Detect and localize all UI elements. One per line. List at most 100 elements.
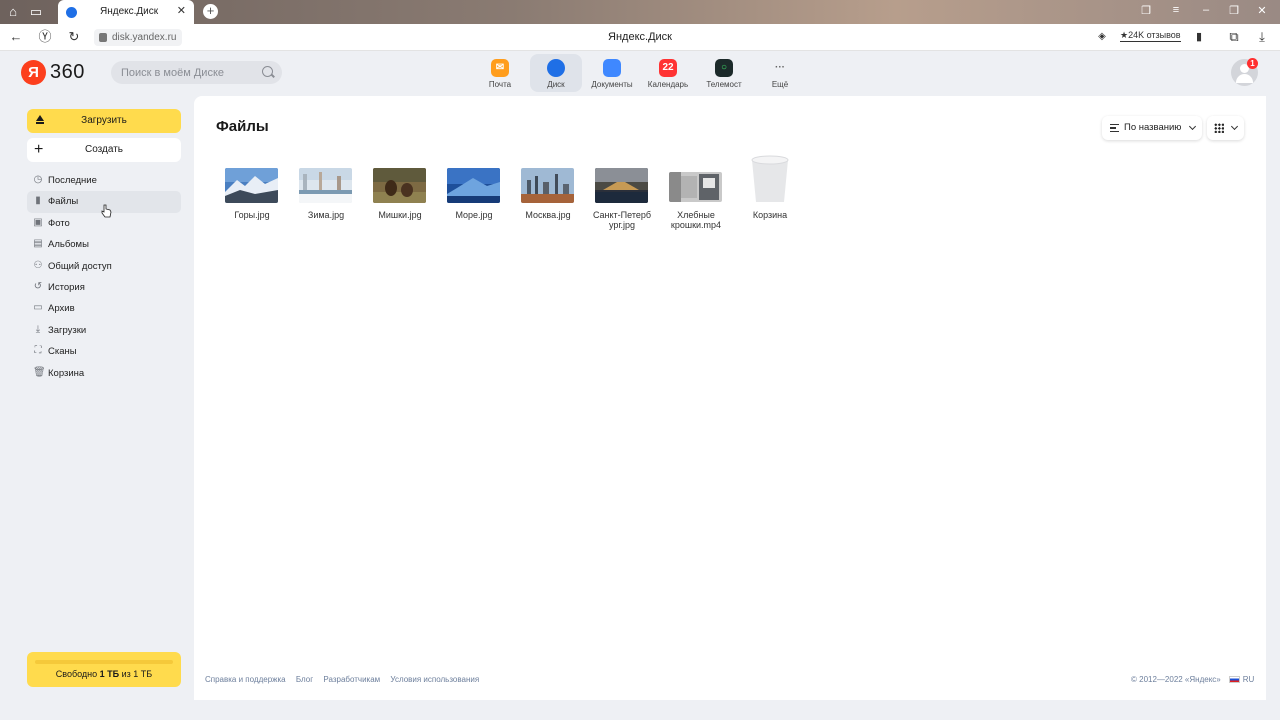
sidebar-item-archive[interactable]: ▭ Архив <box>27 298 181 319</box>
minimize-icon[interactable]: – <box>1198 4 1214 16</box>
sidebar-item-label: Архив <box>48 303 75 315</box>
service-label: Календарь <box>647 80 689 89</box>
storage-text: Свободно 1 ТБ из 1 ТБ <box>27 669 181 679</box>
storage-value: 1 ТБ <box>99 669 120 679</box>
chevron-down-icon <box>1230 122 1239 131</box>
albums-icon: ▤ <box>33 238 43 250</box>
scan-icon: ⛶ <box>34 345 42 357</box>
service-label: Почта <box>488 80 512 89</box>
service-label: Телемост <box>706 80 742 89</box>
upload-button[interactable]: Загрузить <box>27 109 181 133</box>
copyright: © 2012—2022 «Яндекс» RU <box>1131 675 1254 684</box>
address-bar: ← Ⓨ ↻ disk.yandex.ru Яндекс.Диск ◈ ★24K … <box>0 24 1280 51</box>
protect-icon[interactable]: ◈ <box>1094 29 1110 45</box>
service-calendar[interactable]: 22 Календарь <box>642 54 694 92</box>
file-name: Море.jpg <box>455 210 493 220</box>
disk-icon <box>547 59 565 77</box>
main-content: Файлы По названию Горы.jpg Зима.jpg Мишк… <box>194 96 1266 700</box>
footer-links: Справка и поддержка Блог Разработчикам У… <box>205 675 487 684</box>
sidebar-item-recent[interactable]: ◷ Последние <box>27 170 181 191</box>
archive-icon: ▭ <box>33 302 43 314</box>
sidebar-item-shared[interactable]: ⚇ Общий доступ <box>27 256 181 277</box>
sidebar-item-label: Файлы <box>48 196 79 208</box>
search-icon[interactable] <box>262 66 273 77</box>
extensions-icon[interactable]: ⧉ <box>1226 29 1242 45</box>
service-disk[interactable]: Диск <box>530 54 582 92</box>
sidebar-item-history[interactable]: ↺ История <box>27 277 181 298</box>
upload-label: Загрузить <box>81 115 127 126</box>
shared-icon: ⚇ <box>33 259 43 271</box>
sort-icon <box>1110 124 1119 132</box>
upload-icon <box>36 115 44 124</box>
sidebar-item-label: Фото <box>48 217 70 229</box>
sidebar-item-label: История <box>48 281 85 293</box>
clock-icon: ◷ <box>33 174 43 185</box>
file-name: Хлебные крошки.mp4 <box>670 210 722 230</box>
logo-ya: Я <box>21 60 46 85</box>
service-documents[interactable]: Документы <box>586 54 638 92</box>
storage-prefix: Свободно <box>55 669 100 679</box>
close-icon[interactable]: ✕ <box>177 4 186 17</box>
new-tab-icon[interactable]: + <box>203 4 218 19</box>
sort-dropdown[interactable]: По названию <box>1102 116 1202 140</box>
sort-label: По названию <box>1124 122 1182 133</box>
download-icon[interactable]: ⤓ <box>1254 29 1270 45</box>
footer-link-developers[interactable]: Разработчикам <box>323 675 380 684</box>
window-close-icon[interactable]: ✕ <box>1254 4 1270 17</box>
documents-icon <box>603 59 621 77</box>
photo-icon: ▣ <box>33 216 43 228</box>
service-label: Диск <box>547 80 565 89</box>
footer-link-terms[interactable]: Условия использования <box>390 675 479 684</box>
storage-widget[interactable]: Свободно 1 ТБ из 1 ТБ <box>27 652 181 687</box>
sidebar-item-downloads[interactable]: ⤓ Загрузки <box>27 320 181 341</box>
storage-suffix: из 1 ТБ <box>119 669 153 679</box>
language-switch[interactable]: RU <box>1243 675 1255 684</box>
sidebar-item-albums[interactable]: ▤ Альбомы <box>27 234 181 255</box>
create-label: Создать <box>84 144 123 155</box>
more-icon: ··· <box>775 62 785 73</box>
service-telemost[interactable]: ○ Телемост <box>698 54 750 92</box>
disk-favicon-icon <box>66 7 77 18</box>
thumbnail-bears <box>373 168 426 203</box>
view-toggle[interactable] <box>1207 116 1244 140</box>
reviews-link[interactable]: ★24K отзывов <box>1120 30 1181 42</box>
sidebar: Загрузить + Создать ◷ Последние ▮ Файлы … <box>14 96 194 700</box>
thumbnail-video <box>669 172 722 202</box>
bookmark-icon[interactable]: ▮ <box>1191 29 1207 45</box>
search-input[interactable]: Поиск в моём Диске <box>111 61 282 84</box>
file-name: Корзина <box>752 210 788 220</box>
mail-icon: ✉ <box>491 59 509 77</box>
logo-360: 360 <box>50 61 85 83</box>
restore-icon[interactable]: ❐ <box>1226 4 1242 17</box>
sidebar-item-label: Сканы <box>48 346 77 358</box>
history-icon: ↺ <box>33 280 43 292</box>
downloads-icon: ⤓ <box>35 323 41 335</box>
trash-icon: 🗑 <box>33 366 46 378</box>
storage-bar <box>35 660 173 664</box>
file-name: Санкт-Петерб ург.jpg <box>592 210 652 230</box>
footer-link-help[interactable]: Справка и поддержка <box>205 675 286 684</box>
sidebar-item-label: Альбомы <box>48 239 89 251</box>
sidebar-item-scans[interactable]: ⛶ Сканы <box>27 341 181 362</box>
tab-manager-icon[interactable]: ▭ <box>26 3 46 21</box>
menu-icon[interactable]: ≡ <box>1168 4 1184 16</box>
file-name: Мишки.jpg <box>378 210 422 220</box>
russia-flag-icon <box>1228 676 1240 683</box>
create-button[interactable]: + Создать <box>27 138 181 162</box>
hand-cursor-icon <box>101 204 112 218</box>
thumbnail-sea <box>447 168 500 203</box>
browser-tab-active[interactable]: Яндекс.Диск ✕ <box>58 0 194 24</box>
sidebar-item-label: Общий доступ <box>48 260 112 272</box>
sidebar-item-label: Последние <box>48 175 97 186</box>
notification-badge: 1 <box>1247 58 1258 69</box>
service-label: Ещё <box>771 80 789 89</box>
thumbnail-winter <box>299 168 352 203</box>
service-mail[interactable]: ✉ Почта <box>474 54 526 92</box>
home-icon[interactable]: ⌂ <box>3 3 23 21</box>
collections-icon[interactable]: ❐ <box>1138 4 1154 17</box>
sidebar-item-label: Корзина <box>48 367 85 379</box>
calendar-icon: 22 <box>659 59 677 77</box>
footer-link-blog[interactable]: Блог <box>296 675 313 684</box>
sidebar-item-trash[interactable]: 🗑 Корзина <box>27 363 181 384</box>
service-more[interactable]: ··· Ещё <box>754 54 806 92</box>
